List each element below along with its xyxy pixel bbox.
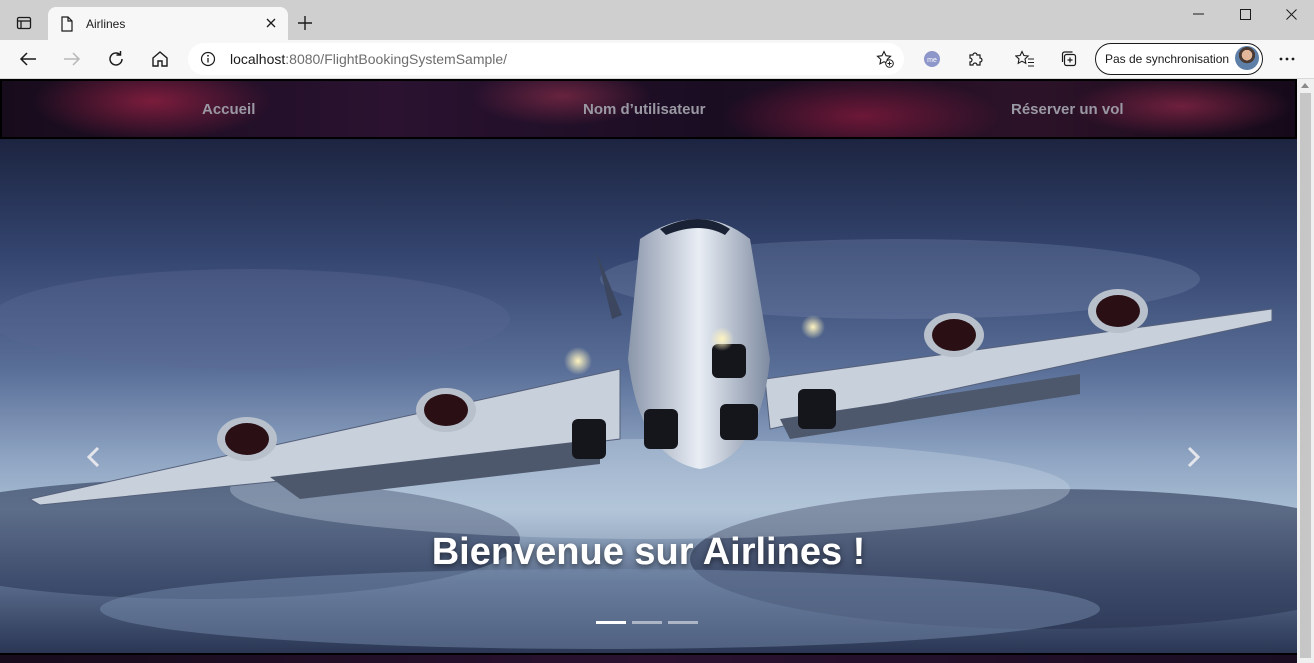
refresh-icon[interactable] — [101, 44, 131, 74]
home-icon[interactable] — [145, 44, 175, 74]
url-text[interactable]: localhost:8080/FlightBookingSystemSample… — [230, 51, 507, 67]
carousel-indicators — [596, 621, 698, 624]
new-tab-button[interactable] — [294, 12, 316, 34]
airplane-hero-image — [0, 219, 1297, 649]
tab-title: Airlines — [86, 16, 126, 31]
sync-status-label: Pas de synchronisation — [1105, 52, 1230, 66]
nav-link-book-flight[interactable]: Réserver un vol — [1011, 101, 1124, 118]
extension-badge-text: me — [927, 57, 937, 64]
carousel-prev-button[interactable] — [78, 439, 108, 475]
nav-link-home[interactable]: Accueil — [202, 101, 255, 118]
avatar — [1235, 46, 1259, 70]
back-icon[interactable] — [13, 44, 43, 74]
carousel-indicator-3[interactable] — [668, 621, 698, 624]
footer-strip — [0, 653, 1297, 663]
address-bar[interactable]: localhost:8080/FlightBookingSystemSample… — [188, 43, 904, 75]
tab-actions-icon[interactable] — [8, 8, 40, 38]
carousel-indicator-2[interactable] — [632, 621, 662, 624]
extensions-puzzle-icon[interactable] — [961, 44, 991, 74]
more-menu-icon[interactable] — [1272, 44, 1302, 74]
add-favorite-icon[interactable] — [876, 50, 894, 68]
browser-toolbar: localhost:8080/FlightBookingSystemSample… — [0, 40, 1314, 79]
site-info-icon[interactable] — [200, 51, 216, 67]
chevron-left-icon — [86, 446, 100, 468]
scroll-up-icon[interactable] — [1301, 83, 1309, 88]
site-navbar: Accueil Nom d’utilisateur Réserver un vo… — [0, 79, 1297, 139]
page-viewport: Accueil Nom d’utilisateur Réserver un vo… — [0, 79, 1297, 663]
carousel-caption: Bienvenue sur Airlines ! — [431, 531, 866, 573]
nav-link-username[interactable]: Nom d’utilisateur — [583, 101, 706, 118]
close-tab-icon[interactable] — [264, 16, 278, 30]
carousel-indicator-1[interactable] — [596, 621, 626, 624]
url-host: localhost — [230, 51, 286, 67]
collections-icon[interactable] — [1054, 44, 1084, 74]
hero-carousel: Bienvenue sur Airlines ! — [0, 139, 1297, 653]
extension-me-icon[interactable]: me — [917, 44, 947, 74]
page-scrollbar[interactable] — [1297, 79, 1314, 663]
profile-sync-button[interactable]: Pas de synchronisation — [1095, 43, 1263, 75]
minimize-icon[interactable] — [1176, 0, 1222, 28]
maximize-icon[interactable] — [1222, 0, 1268, 28]
tab-strip: Airlines — [0, 0, 1314, 40]
close-window-icon[interactable] — [1268, 0, 1314, 28]
url-path: :8080/FlightBookingSystemSample/ — [285, 51, 508, 67]
forward-icon[interactable] — [57, 44, 87, 74]
favorites-icon[interactable] — [1010, 44, 1040, 74]
scrollbar-thumb[interactable] — [1300, 93, 1311, 658]
chevron-right-icon — [1187, 446, 1201, 468]
active-tab[interactable]: Airlines — [48, 7, 288, 40]
page-icon — [60, 15, 74, 32]
carousel-next-button[interactable] — [1179, 439, 1209, 475]
